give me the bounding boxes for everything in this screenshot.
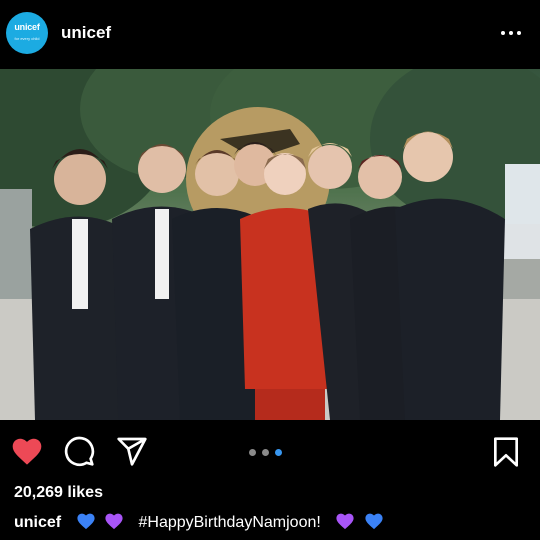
post-header: unicef for every child unicef (0, 0, 540, 68)
more-options-icon[interactable] (498, 24, 524, 42)
photo-illustration (0, 69, 540, 420)
blue-heart-icon (365, 513, 383, 530)
carousel-indicator (249, 449, 289, 457)
post-username[interactable]: unicef (61, 23, 111, 43)
carousel-dot (249, 449, 256, 456)
send-share-icon[interactable] (116, 435, 148, 467)
caption-username[interactable]: unicef (14, 514, 61, 531)
avatar-brand: unicef (14, 22, 40, 32)
bookmark-save-icon[interactable] (490, 435, 522, 469)
comment-icon[interactable] (63, 435, 95, 467)
people-figures (30, 131, 505, 420)
carousel-dot (262, 449, 269, 456)
post-caption: unicef #HappyBirthdayNamjoon! (14, 512, 386, 532)
purple-heart-icon (336, 513, 354, 530)
avatar[interactable]: unicef for every child (6, 12, 48, 54)
blue-heart-icon (76, 513, 95, 530)
post-image[interactable] (0, 69, 540, 420)
caption-hashtag[interactable]: #HappyBirthdayNamjoon! (138, 514, 320, 531)
carousel-dot-active (275, 449, 282, 456)
avatar-tagline: for every child (14, 36, 40, 41)
purple-heart-icon (105, 513, 123, 530)
like-heart-icon[interactable] (10, 436, 44, 466)
like-count[interactable]: 20,269 likes (14, 484, 103, 502)
